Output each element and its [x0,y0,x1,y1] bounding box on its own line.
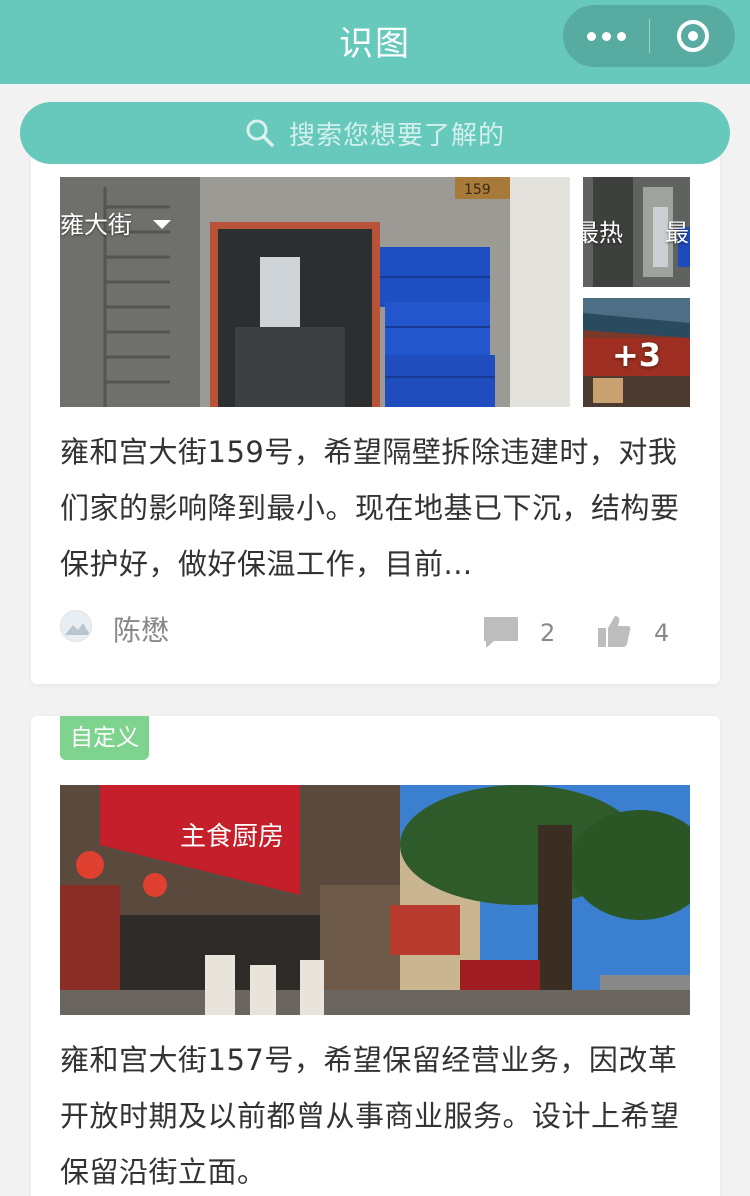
comment-count: 2 [540,619,556,647]
author-name[interactable]: 陈懋 [113,609,169,649]
street-storefront-image: 主食厨房 [60,785,690,1015]
search-bar[interactable]: 搜索您想要了解的 [20,102,730,164]
thumbs-up-icon[interactable] [596,613,632,649]
post-description[interactable]: 雍和宫大街157号，希望保留经营业务，因改革开放时期及以前都曾从事商业服务。设计… [60,1032,690,1196]
sort-option-hot[interactable]: 最热 [583,213,623,248]
close-capsule-icon[interactable] [650,5,735,67]
mini-program-capsule [563,5,735,67]
comment-icon[interactable] [482,615,520,649]
navbar: 识图 [0,0,750,84]
caret-down-icon[interactable] [153,220,171,229]
shop-sign: 主食厨房 [180,822,284,852]
category-tag: 自定义 [60,716,149,760]
avatar[interactable] [60,610,92,642]
like-count: 4 [654,619,670,647]
house-number-plate: 159 [464,182,491,198]
more-photos-count: +3 [611,336,662,374]
post-thumbnail[interactable]: 最热 最 [583,177,690,287]
search-placeholder: 搜索您想要了解的 [288,120,505,151]
sort-option-newest[interactable]: 最 [665,213,689,248]
mountain-avatar-icon [65,623,90,635]
post-card[interactable]: 自定义 主食厨房 雍和宫大街157号，希望保留经营业务，因改革开放时期及以前都曾… [31,716,720,1196]
post-card[interactable]: 159 雍大街 最热 最 +3 雍和宫大街159号，希望隔壁拆除违建时，对我们家… [31,150,720,684]
post-description[interactable]: 雍和宫大街159号，希望隔壁拆除违建时，对我们家的影响降到最小。现在地基已下沉，… [60,424,690,592]
alley-doorway-image: 159 [60,177,570,407]
post-thumbnail-more[interactable]: +3 [583,298,690,407]
sort-dropdown-label[interactable]: 雍大街 [60,205,132,240]
more-dots-icon[interactable] [563,5,649,67]
post-main-photo[interactable]: 159 雍大街 [60,177,570,407]
search-icon [246,119,274,147]
post-footer: 陈懋 2 4 [60,607,690,651]
post-main-photo[interactable]: 主食厨房 [60,785,690,1015]
